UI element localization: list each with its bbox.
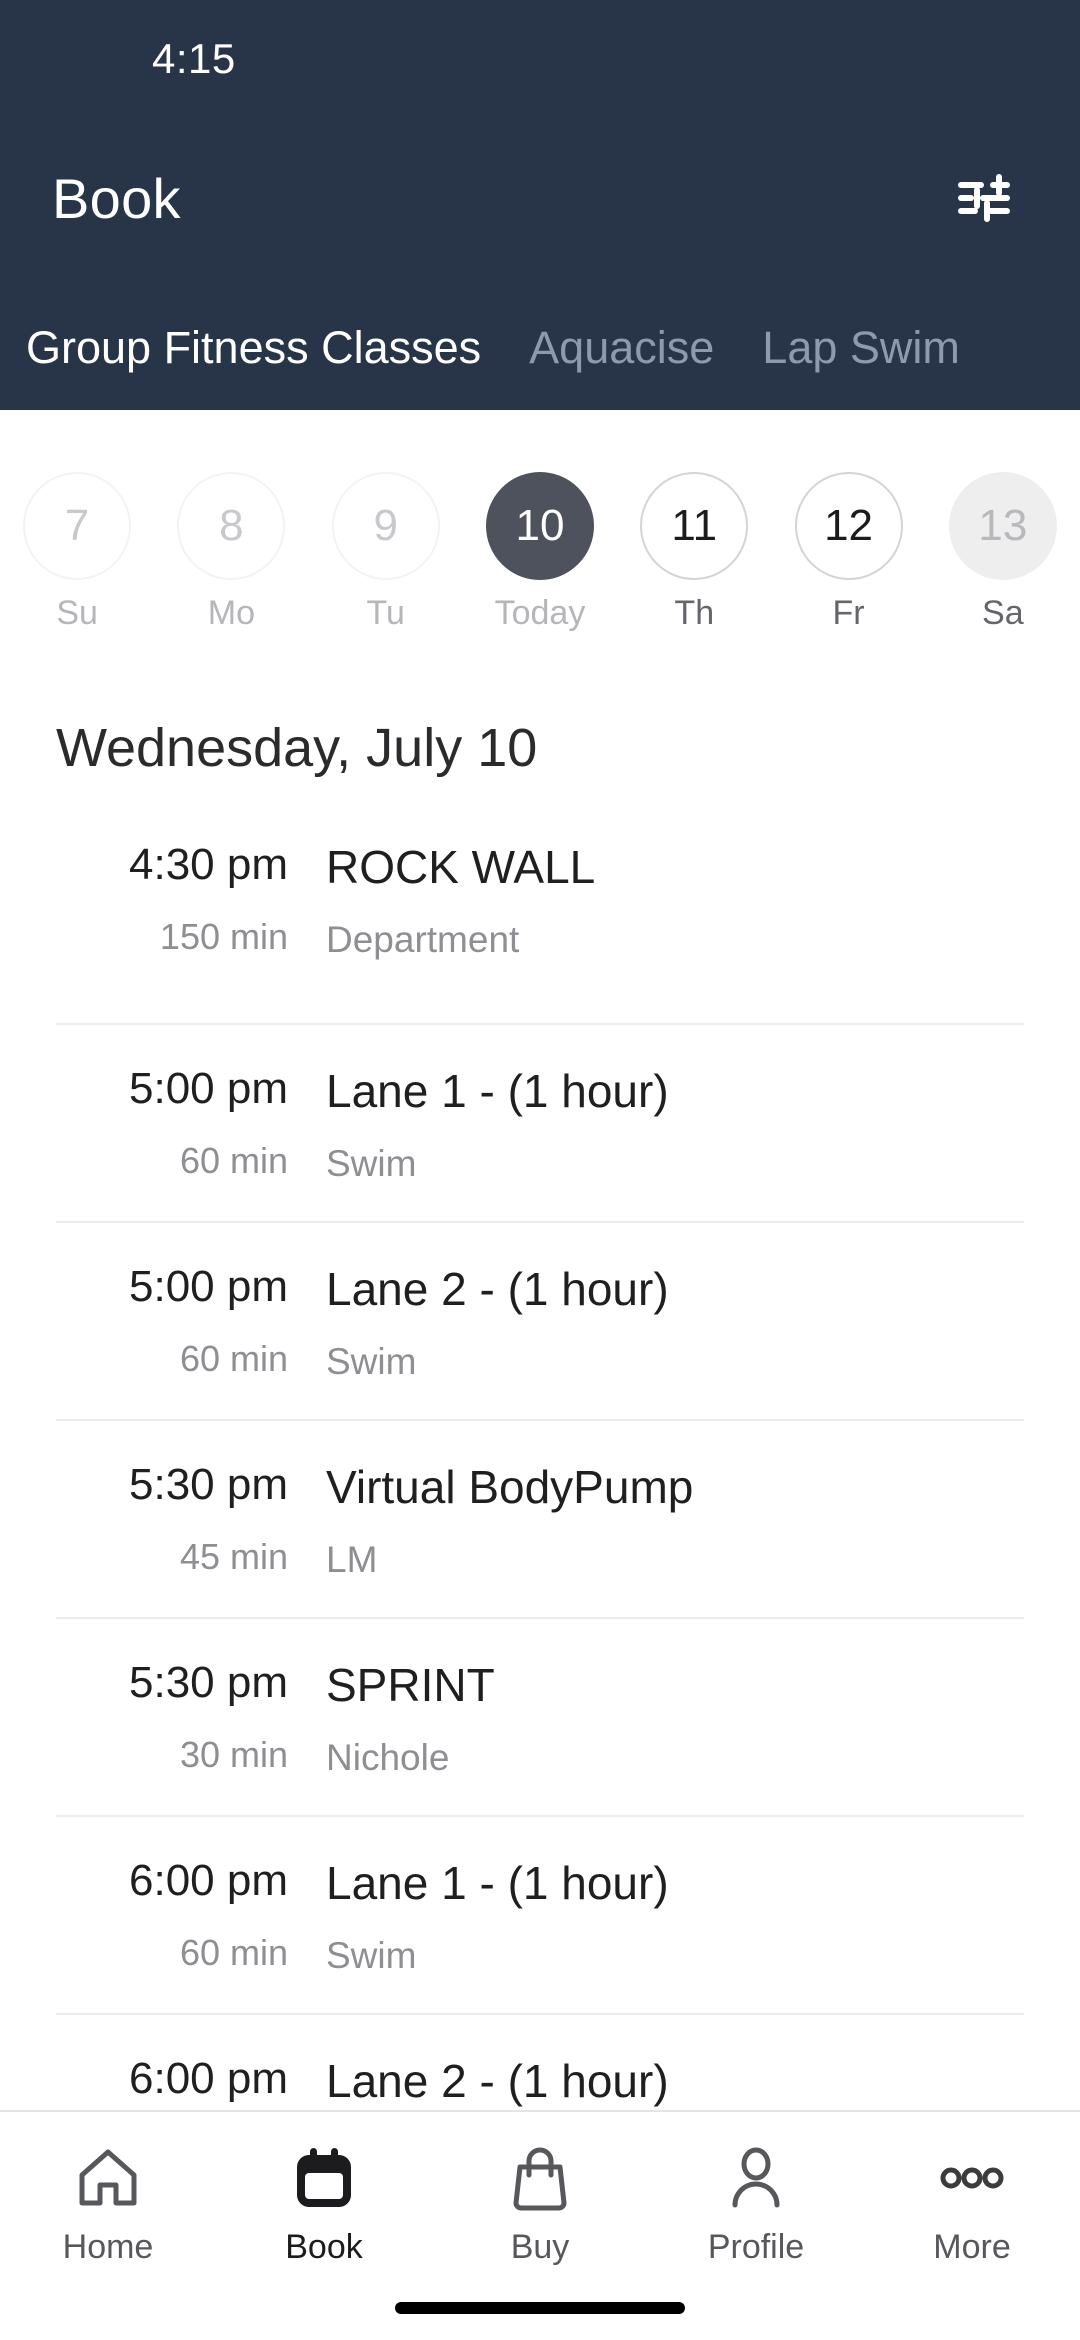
class-time-block: 5:00 pm 60 min bbox=[56, 1257, 316, 1380]
class-duration: 45 min bbox=[179, 1536, 288, 1578]
class-duration: 60 min bbox=[179, 1338, 288, 1380]
date-label-9: Tu bbox=[366, 594, 405, 632]
class-start-time: 5:30 pm bbox=[129, 1658, 288, 1707]
class-time-block: 6:00 pm 60 min bbox=[56, 1851, 316, 1974]
class-start-time: 5:00 pm bbox=[129, 1064, 288, 1113]
class-info-block: Lane 2 - (1 hour) Swim bbox=[316, 1257, 1024, 1383]
nav-item-home[interactable]: Home bbox=[0, 2112, 216, 2340]
class-title: Lane 1 - (1 hour) bbox=[326, 1065, 669, 1117]
date-label-12: Fr bbox=[832, 594, 865, 632]
date-cell-7[interactable]: 7 Su bbox=[0, 472, 154, 633]
class-list-row[interactable]: 4:30 pm 150 min ROCK WALL Department bbox=[56, 825, 1024, 1023]
date-label-11: Th bbox=[674, 594, 715, 632]
tab-aquacise[interactable]: Aquacise bbox=[529, 322, 714, 410]
class-title: Lane 1 - (1 hour) bbox=[326, 1857, 669, 1909]
date-label-8: Mo bbox=[207, 594, 256, 632]
home-icon bbox=[76, 2140, 140, 2216]
nav-label-profile: Profile bbox=[707, 2228, 805, 2266]
date-label-13: Sa bbox=[982, 594, 1024, 632]
app-header: 4:15 Book Group Fitness Classes Aquacise… bbox=[0, 0, 1080, 410]
tab-group-fitness-classes[interactable]: Group Fitness Classes bbox=[26, 322, 481, 410]
class-duration: 60 min bbox=[179, 1140, 288, 1182]
class-list-row[interactable]: 5:00 pm 60 min Lane 1 - (1 hour) Swim bbox=[56, 1023, 1024, 1221]
class-info-block: Lane 1 - (1 hour) Swim bbox=[316, 1059, 1024, 1185]
class-list-row[interactable]: 5:30 pm 45 min Virtual BodyPump LM bbox=[56, 1419, 1024, 1617]
person-icon bbox=[724, 2140, 788, 2216]
bottom-navigation: Home Book Buy Profile More bbox=[0, 2110, 1080, 2340]
class-time-block: 5:30 pm 30 min bbox=[56, 1653, 316, 1776]
date-circle-9[interactable]: 9 bbox=[331, 472, 440, 580]
app-bar: Book bbox=[0, 118, 1080, 278]
class-subtitle: Department bbox=[326, 918, 520, 960]
calendar-icon bbox=[292, 2140, 356, 2216]
class-duration: 150 min bbox=[159, 916, 288, 958]
date-label-7: Su bbox=[56, 594, 98, 632]
date-cell-12[interactable]: 12 Fr bbox=[771, 472, 925, 633]
page-title: Book bbox=[52, 166, 181, 230]
date-circle-13[interactable]: 13 bbox=[948, 472, 1057, 580]
class-duration: 60 min bbox=[179, 1932, 288, 1974]
class-title: ROCK WALL bbox=[326, 841, 596, 893]
nav-item-more[interactable]: More bbox=[864, 2112, 1080, 2340]
date-cell-8[interactable]: 8 Mo bbox=[154, 472, 308, 633]
class-list-row[interactable]: 5:00 pm 60 min Lane 2 - (1 hour) Swim bbox=[56, 1221, 1024, 1419]
home-indicator bbox=[395, 2302, 685, 2314]
nav-label-home: Home bbox=[62, 2228, 154, 2266]
date-label-today: Today bbox=[494, 594, 586, 632]
class-start-time: 6:00 pm bbox=[129, 1856, 288, 1905]
class-start-time: 4:30 pm bbox=[129, 840, 288, 889]
class-list-row[interactable]: 6:00 pm 60 min Lane 1 - (1 hour) Swim bbox=[56, 1815, 1024, 2013]
ellipsis-icon bbox=[940, 2140, 1004, 2216]
class-subtitle: Swim bbox=[326, 1934, 417, 1976]
schedule-date-heading: Wednesday, July 10 bbox=[56, 718, 538, 778]
status-bar-clock: 4:15 bbox=[152, 35, 236, 82]
class-time-block: 5:00 pm 60 min bbox=[56, 1059, 316, 1182]
class-subtitle: LM bbox=[326, 1538, 378, 1580]
date-circle-7[interactable]: 7 bbox=[23, 472, 132, 580]
class-info-block: Virtual BodyPump LM bbox=[316, 1455, 1024, 1581]
tab-lap-swim[interactable]: Lap Swim bbox=[762, 322, 960, 410]
date-circle-10[interactable]: 10 bbox=[485, 472, 594, 580]
class-time-block: 4:30 pm 150 min bbox=[56, 835, 316, 958]
date-cell-10[interactable]: 10 Today bbox=[463, 472, 617, 633]
date-cell-13[interactable]: 13 Sa bbox=[926, 472, 1080, 633]
date-circle-11[interactable]: 11 bbox=[640, 472, 749, 580]
class-subtitle: Nichole bbox=[326, 1736, 450, 1778]
class-title: Virtual BodyPump bbox=[326, 1461, 694, 1513]
app-screen: 4:15 Book Group Fitness Classes Aquacise… bbox=[0, 0, 1080, 2340]
class-start-time: 5:30 pm bbox=[129, 1460, 288, 1509]
class-title: Lane 2 - (1 hour) bbox=[326, 1263, 669, 1315]
class-start-time: 6:00 pm bbox=[129, 2054, 288, 2103]
class-subtitle: Swim bbox=[326, 1340, 417, 1382]
class-info-block: ROCK WALL Department bbox=[316, 835, 1024, 961]
class-time-block: 5:30 pm 45 min bbox=[56, 1455, 316, 1578]
nav-label-book: Book bbox=[285, 2228, 363, 2266]
date-cell-9[interactable]: 9 Tu bbox=[309, 472, 463, 633]
date-selector: 7 Su 8 Mo 9 Tu 10 Today 11 Th 12 Fr 13 S… bbox=[0, 410, 1080, 655]
category-tabs: Group Fitness Classes Aquacise Lap Swim bbox=[0, 278, 1080, 410]
class-start-time: 5:00 pm bbox=[129, 1262, 288, 1311]
class-title: Lane 2 - (1 hour) bbox=[326, 2055, 669, 2107]
bag-icon bbox=[508, 2140, 572, 2216]
class-info-block: Lane 1 - (1 hour) Swim bbox=[316, 1851, 1024, 1977]
class-info-block: SPRINT Nichole bbox=[316, 1653, 1024, 1779]
date-cell-11[interactable]: 11 Th bbox=[617, 472, 771, 633]
class-duration: 30 min bbox=[179, 1734, 288, 1776]
nav-label-buy: Buy bbox=[510, 2228, 570, 2266]
nav-label-more: More bbox=[933, 2228, 1011, 2266]
class-list-row[interactable]: 5:30 pm 30 min SPRINT Nichole bbox=[56, 1617, 1024, 1815]
class-subtitle: Swim bbox=[326, 1142, 417, 1184]
tune-filter-icon[interactable] bbox=[940, 154, 1028, 242]
class-list: 4:30 pm 150 min ROCK WALL Department 5:0… bbox=[0, 825, 1080, 2211]
date-circle-12[interactable]: 12 bbox=[794, 472, 903, 580]
date-circle-8[interactable]: 8 bbox=[177, 472, 286, 580]
status-bar: 4:15 bbox=[0, 0, 1080, 118]
class-title: SPRINT bbox=[326, 1659, 495, 1711]
